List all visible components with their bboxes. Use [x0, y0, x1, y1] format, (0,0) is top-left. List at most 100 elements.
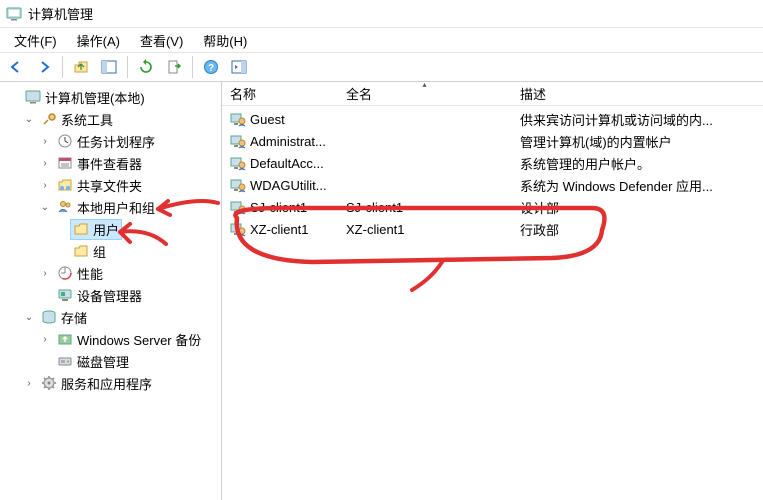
- chevron-down-icon[interactable]: ⌄: [22, 310, 36, 324]
- chevron-down-icon[interactable]: ⌄: [22, 112, 36, 126]
- tree-disk-management[interactable]: 磁盘管理: [0, 350, 221, 372]
- list-row[interactable]: SJ-client1SJ-client1设计部: [222, 196, 763, 218]
- chevron-right-icon[interactable]: ›: [38, 266, 52, 280]
- tree-services-apps[interactable]: › 服务和应用程序: [0, 372, 221, 394]
- device-manager-icon: [57, 287, 73, 303]
- tree-windows-server-backup[interactable]: › Windows Server 备份: [0, 328, 221, 350]
- column-header-description[interactable]: 描述: [512, 82, 763, 105]
- chevron-right-icon[interactable]: ›: [38, 332, 52, 346]
- user-icon: [230, 177, 246, 193]
- tree-label: 组: [93, 242, 106, 261]
- back-button[interactable]: [4, 55, 28, 79]
- titlebar: 计算机管理: [0, 0, 763, 28]
- toolbar-separator: [62, 56, 63, 78]
- chevron-down-icon[interactable]: ⌄: [38, 200, 52, 214]
- svg-text:?: ?: [208, 63, 214, 74]
- tree-users[interactable]: 用户: [0, 218, 221, 240]
- cell-name: Administrat...: [250, 134, 326, 149]
- list-header: 名称 全名 ▴ 描述: [222, 82, 763, 106]
- help-button[interactable]: ?: [199, 55, 223, 79]
- tree-storage[interactable]: ⌄ 存储: [0, 306, 221, 328]
- refresh-button[interactable]: [134, 55, 158, 79]
- user-icon: [230, 155, 246, 171]
- tree-label: 设备管理器: [77, 286, 142, 305]
- cell-name: Guest: [250, 112, 285, 127]
- folder-icon: [73, 243, 89, 259]
- expander-icon: [54, 244, 68, 258]
- forward-button[interactable]: [32, 55, 56, 79]
- column-label: 描述: [520, 84, 546, 103]
- tree-groups[interactable]: 组: [0, 240, 221, 262]
- user-icon: [230, 199, 246, 215]
- cell-description: 设计部: [520, 201, 559, 216]
- column-label: 名称: [230, 84, 256, 103]
- storage-icon: [41, 309, 57, 325]
- tree-local-users-groups[interactable]: ⌄ 本地用户和组: [0, 196, 221, 218]
- tree-label: 存储: [61, 308, 87, 327]
- cell-fullname: SJ-client1: [346, 200, 403, 215]
- tree-device-manager[interactable]: 设备管理器: [0, 284, 221, 306]
- chevron-right-icon[interactable]: ›: [38, 134, 52, 148]
- show-hide-tree-button[interactable]: [97, 55, 121, 79]
- folder-icon: [73, 221, 89, 237]
- menu-help[interactable]: 帮助(H): [193, 29, 257, 52]
- tree-label: 服务和应用程序: [61, 374, 152, 393]
- tree-label: 本地用户和组: [77, 198, 155, 217]
- tree-label: 任务计划程序: [77, 132, 155, 151]
- tree-label: 系统工具: [61, 110, 113, 129]
- export-button[interactable]: [162, 55, 186, 79]
- event-viewer-icon: [57, 155, 73, 171]
- app-icon: [6, 6, 22, 22]
- window-title: 计算机管理: [28, 4, 93, 23]
- column-header-name[interactable]: 名称: [222, 82, 338, 105]
- backup-icon: [57, 331, 73, 347]
- tree-root[interactable]: 计算机管理(本地): [0, 86, 221, 108]
- chevron-right-icon[interactable]: ›: [38, 178, 52, 192]
- chevron-right-icon[interactable]: ›: [38, 156, 52, 170]
- expander-icon[interactable]: [6, 90, 20, 104]
- expander-icon: [54, 222, 68, 236]
- services-icon: [41, 375, 57, 391]
- toolbar-separator: [192, 56, 193, 78]
- chevron-right-icon[interactable]: ›: [22, 376, 36, 390]
- list-row[interactable]: XZ-client1XZ-client1行政部: [222, 218, 763, 240]
- tree-label: 计算机管理(本地): [45, 88, 145, 107]
- user-icon: [230, 111, 246, 127]
- list-row[interactable]: DefaultAcc... 系统管理的用户帐户。: [222, 152, 763, 174]
- clock-icon: [57, 133, 73, 149]
- column-label: 全名: [346, 84, 372, 103]
- list-row[interactable]: Administrat... 管理计算机(域)的内置帐户: [222, 130, 763, 152]
- actions-pane-button[interactable]: [227, 55, 251, 79]
- computer-management-window: 计算机管理 文件(F) 操作(A) 查看(V) 帮助(H) ?: [0, 0, 763, 500]
- tree-task-scheduler[interactable]: › 任务计划程序: [0, 130, 221, 152]
- tree-label: Windows Server 备份: [77, 330, 201, 349]
- list-row[interactable]: Guest 供来宾访问计算机或访问域的内...: [222, 108, 763, 130]
- menu-file[interactable]: 文件(F): [4, 29, 67, 52]
- cell-description: 系统管理的用户帐户。: [520, 157, 650, 172]
- tree-shared-folders[interactable]: › 共享文件夹: [0, 174, 221, 196]
- toolbar-separator: [127, 56, 128, 78]
- expander-icon: [38, 354, 52, 368]
- sort-ascending-icon: ▴: [422, 80, 426, 89]
- tree-event-viewer[interactable]: › 事件查看器: [0, 152, 221, 174]
- cell-description: 管理计算机(域)的内置帐户: [520, 135, 672, 150]
- shared-folder-icon: [57, 177, 73, 193]
- tree-label: 用户: [93, 220, 119, 239]
- tree-performance[interactable]: › 性能: [0, 262, 221, 284]
- cell-fullname: XZ-client1: [346, 222, 405, 237]
- cell-name: DefaultAcc...: [250, 156, 324, 171]
- tree-label: 性能: [77, 264, 103, 283]
- menu-action[interactable]: 操作(A): [67, 29, 130, 52]
- cell-description: 供来宾访问计算机或访问域的内...: [520, 113, 713, 128]
- cell-name: XZ-client1: [250, 222, 309, 237]
- column-header-fullname[interactable]: 全名 ▴: [338, 82, 512, 105]
- tree-system-tools[interactable]: ⌄ 系统工具: [0, 108, 221, 130]
- user-icon: [230, 133, 246, 149]
- menu-view[interactable]: 查看(V): [130, 29, 193, 52]
- tree-pane: 计算机管理(本地) ⌄ 系统工具 › 任务计划程序 ›: [0, 82, 222, 500]
- tools-icon: [41, 111, 57, 127]
- toolbar: ?: [0, 52, 763, 82]
- up-button[interactable]: [69, 55, 93, 79]
- tree-label: 磁盘管理: [77, 352, 129, 371]
- list-row[interactable]: WDAGUtilit...系统为 Windows Defender 应用...: [222, 174, 763, 196]
